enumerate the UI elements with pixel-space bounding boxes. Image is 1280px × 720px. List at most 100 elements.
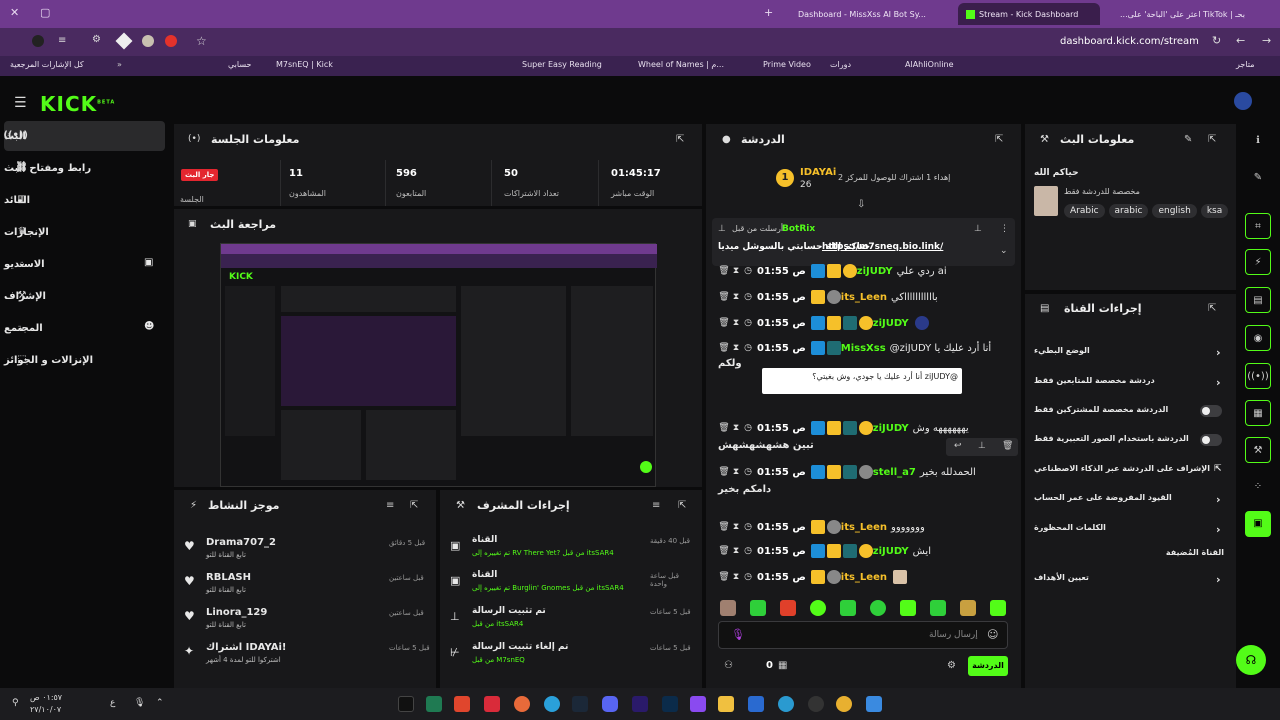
tag[interactable]: arabic	[1108, 204, 1149, 218]
ban-icon[interactable]: ⧗	[730, 423, 742, 433]
reply-icon[interactable]: ↩	[954, 441, 962, 451]
bookmark-reading[interactable]: Super Easy Reading	[522, 60, 602, 69]
chat-message[interactable]: 🗑 ⧗ ◷ 01:55 ص its_Leen	[718, 567, 1018, 587]
channel-action-emotes-only[interactable]: الدردشة باستخدام الصور التعبيرية فقط	[1034, 434, 1226, 448]
info-icon[interactable]: ℹ	[1245, 128, 1271, 154]
emote-icon[interactable]	[810, 600, 826, 616]
help-icon[interactable]: ☊	[1236, 645, 1266, 675]
bookmark-wheel[interactable]: Wheel of Names | م...	[638, 60, 724, 69]
new-tab-icon[interactable]: +	[764, 6, 773, 19]
app-icon[interactable]	[808, 696, 824, 712]
close-window-icon[interactable]: ✕	[10, 6, 19, 19]
tab-stream-kick[interactable]: Stream - Kick Dashboard	[958, 3, 1100, 25]
chat-send-button[interactable]: الدردشة	[968, 656, 1008, 676]
chat-input[interactable]: 🎙 إرسال رسالة ☺	[718, 621, 1008, 649]
popout-icon[interactable]: ⇱	[995, 134, 1003, 145]
trash-icon[interactable]: 🗑	[718, 522, 730, 532]
edit-icon[interactable]: ✎	[1184, 134, 1192, 145]
store-icon[interactable]	[748, 696, 764, 712]
message-user[interactable]: stell_a7	[873, 467, 916, 478]
document-icon[interactable]: ▤	[1245, 287, 1271, 313]
popout-icon[interactable]: ⇱	[410, 500, 418, 511]
ban-icon[interactable]: ⧗	[730, 522, 742, 532]
bookmark-alahli[interactable]: AlAhliOnline	[905, 60, 954, 69]
channel-action-host[interactable]: القناة المُضيفة	[1034, 548, 1226, 562]
channel-action-followers-only[interactable]: دردشة مخصصة للمتابعين فقط ›	[1034, 376, 1226, 390]
hammer-icon[interactable]: ⚒	[1245, 437, 1271, 463]
back-icon[interactable]: ←	[1236, 34, 1245, 47]
chrome-icon[interactable]	[836, 696, 852, 712]
photoshop-icon[interactable]	[662, 696, 678, 712]
extension-icon[interactable]: ≡	[58, 35, 66, 46]
unpin-button-icon[interactable]: ⊥	[974, 224, 982, 234]
sidebar-item-community[interactable]: ⌄ ☻ المجتمع	[4, 313, 165, 343]
trash-icon[interactable]: 🗑	[718, 546, 730, 556]
chat-message[interactable]: 🗑 ⧗ ◷ 01:55 ص its_Leen ووووووو	[718, 517, 1018, 537]
timeout-icon[interactable]: ◷	[742, 318, 754, 328]
bookmark-all[interactable]: كل الإشارات المرجعية	[10, 60, 84, 69]
chevron-down-icon[interactable]: ⌄	[1000, 246, 1008, 256]
subscribers-only-toggle[interactable]	[1200, 405, 1222, 417]
message-user[interactable]: its_Leen	[841, 572, 887, 583]
bookmark-stores[interactable]: متاجر	[1236, 60, 1255, 69]
message-user[interactable]: ziJUDY	[857, 266, 893, 277]
sidebar-item-stream-key[interactable]: ⛓ رابط ومفتاح البث	[4, 153, 165, 183]
chat-message[interactable]: 🗑 ⧗ ◷ 01:55 ص MissXss @ziJUDY أنا أرد عليك يا	[718, 338, 1018, 358]
edit-icon[interactable]: ✎	[1245, 165, 1271, 191]
excel-icon[interactable]	[426, 696, 442, 712]
emote-icon[interactable]	[720, 600, 736, 616]
emote-icon[interactable]	[930, 600, 946, 616]
scan-icon[interactable]: ⌗	[1245, 213, 1271, 239]
bookmark-star-icon[interactable]: ☆	[196, 34, 207, 48]
sidebar-item-moderation[interactable]: ⚒ الإشراف	[4, 281, 165, 311]
channel-action-ai-moderation[interactable]: الإشراف على الدردشة عبر الذكاء الاصطناعي…	[1034, 464, 1226, 478]
sidebar-item-drops[interactable]: ⬚ الإنزالات و الجوائز	[4, 345, 165, 375]
avatar[interactable]	[142, 35, 154, 47]
chat-message[interactable]: 🗑 ⧗ ◷ 01:55 ص ziJUDY ردي علي ai	[718, 261, 1018, 281]
url-field[interactable]: dashboard.kick.com/stream	[1060, 36, 1199, 47]
avatar[interactable]: ▣	[1245, 511, 1271, 537]
sidebar-item-stream[interactable]: ((•)) البث	[3, 121, 165, 151]
trash-icon[interactable]: 🗑	[718, 343, 730, 353]
emote-icon[interactable]	[840, 600, 856, 616]
chevron-up-icon[interactable]: ⌃	[156, 698, 164, 708]
extension-icon[interactable]	[32, 35, 44, 47]
message-user[interactable]: ziJUDY	[873, 423, 909, 434]
message-user[interactable]: its_Leen	[841, 522, 887, 533]
ban-icon[interactable]: ⧗	[730, 318, 742, 328]
windows-start-icon[interactable]	[866, 696, 882, 712]
emote-icon[interactable]	[750, 600, 766, 616]
ban-icon[interactable]: ⧗	[730, 292, 742, 302]
mic-icon[interactable]: 🎙	[731, 628, 745, 641]
edge-icon[interactable]	[778, 696, 794, 712]
timeout-icon[interactable]: ◷	[742, 572, 754, 582]
network-icon[interactable]: ⚲	[12, 698, 19, 708]
tag[interactable]: english	[1152, 204, 1197, 218]
users-icon[interactable]: ▦	[778, 660, 787, 671]
tag[interactable]: ksa	[1200, 204, 1229, 218]
reload-icon[interactable]: ↻	[1212, 34, 1221, 47]
pin-icon[interactable]: ⊥	[978, 441, 986, 451]
sidebar-item-achievements[interactable]: ♛ الإنجازات	[4, 217, 165, 247]
chat-message[interactable]: 🗑 ⧗ ◷ 01:55 ص stell_a7 الحمدلله بخير	[718, 462, 1018, 482]
emote-icon[interactable]	[780, 600, 796, 616]
emote-icon[interactable]	[900, 600, 916, 616]
trash-icon[interactable]: 🗑	[718, 292, 730, 302]
dots-icon[interactable]: ⁘	[1245, 474, 1271, 500]
channel-action-goals[interactable]: تعيين الأهداف ›	[1034, 573, 1226, 587]
popout-icon[interactable]: ⇱	[676, 134, 684, 145]
emote-icon[interactable]	[990, 600, 1006, 616]
folder-icon[interactable]	[718, 696, 734, 712]
kick-logo[interactable]: KICKBETA	[40, 92, 115, 116]
tab-tiktok[interactable]: ...اعثر على 'الباحة' على TikTok | بحـ	[1112, 3, 1252, 25]
acrobat-icon[interactable]	[484, 696, 500, 712]
pinned-link[interactable]: https://m7sneq.bio.link/	[822, 242, 943, 252]
emotes-only-toggle[interactable]	[1200, 434, 1222, 446]
app-icon[interactable]	[514, 696, 530, 712]
discord-icon[interactable]	[602, 696, 618, 712]
emote-icon[interactable]	[960, 600, 976, 616]
bookmark-courses[interactable]: دورات	[830, 60, 851, 69]
channel-action-account-age[interactable]: القيود المفروضة على عمر الحساب ›	[1034, 493, 1226, 507]
sidebar-item-studio[interactable]: ⌄ ▣ الاستديو	[4, 249, 165, 279]
filter-icon[interactable]: ≡	[652, 500, 660, 511]
